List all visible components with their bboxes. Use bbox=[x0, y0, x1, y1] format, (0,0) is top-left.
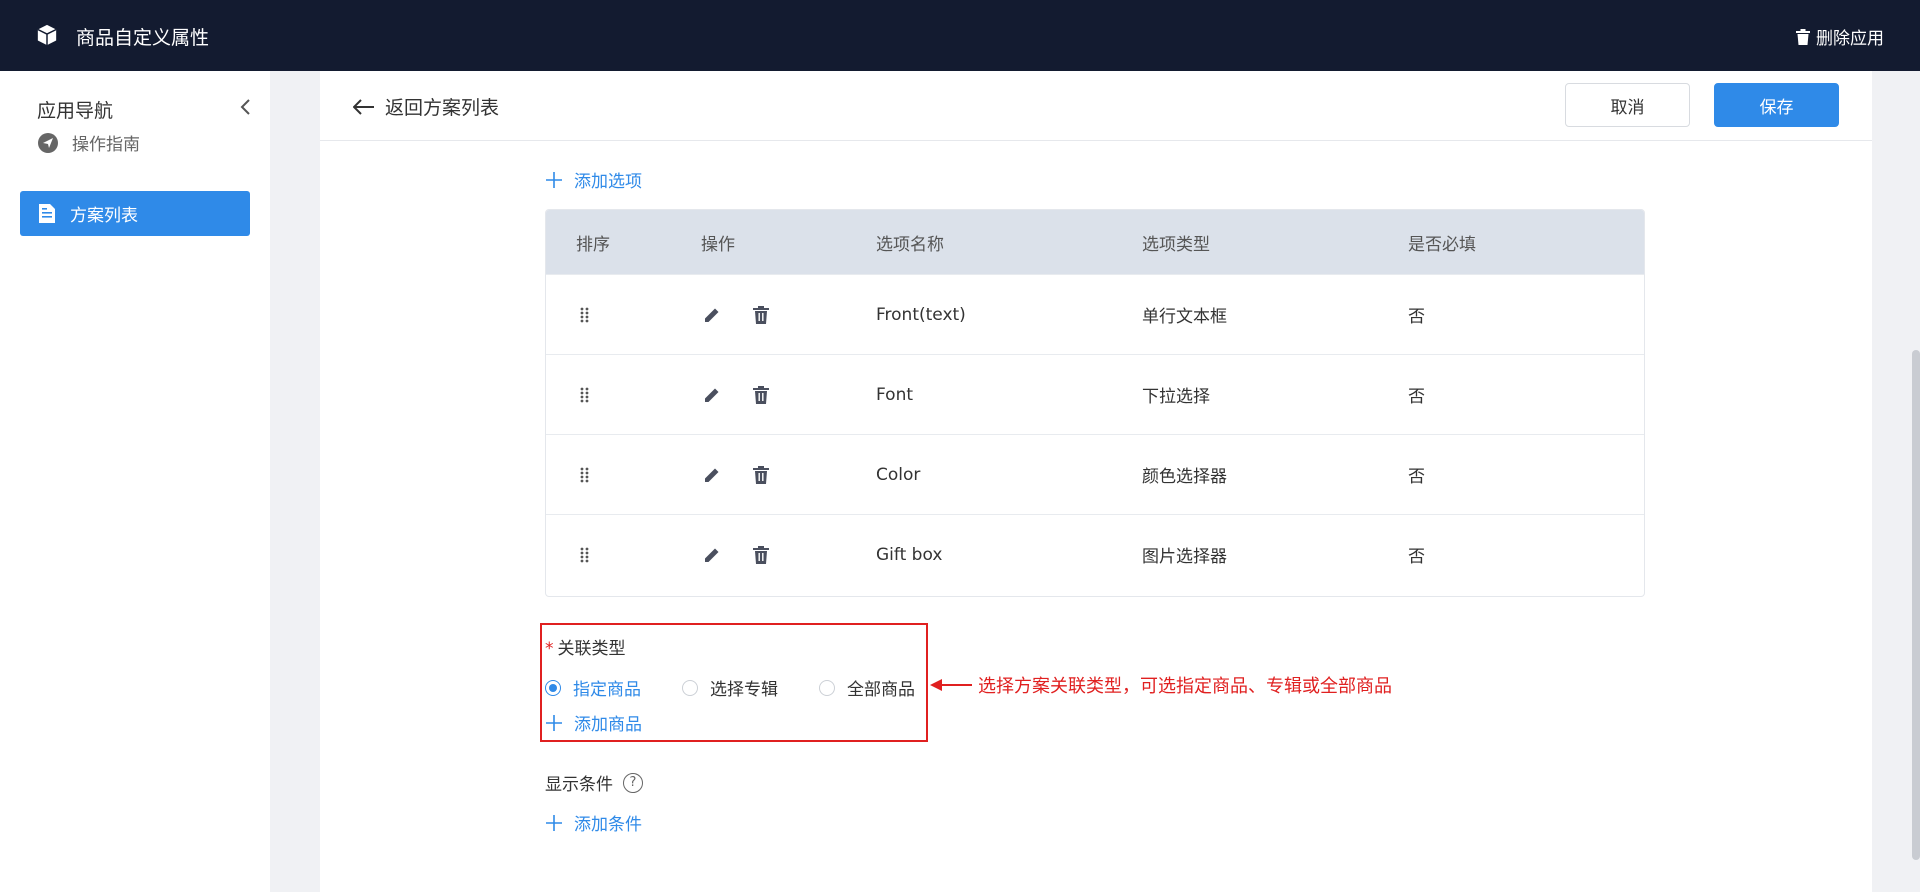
required-mark: * bbox=[545, 639, 554, 659]
header-bar: 返回方案列表 取消 保存 bbox=[320, 71, 1872, 141]
radio-all-products[interactable]: 全部商品 bbox=[819, 675, 915, 700]
option-name: Color bbox=[876, 464, 921, 485]
option-required: 否 bbox=[1408, 547, 1425, 567]
trash-icon[interactable] bbox=[753, 385, 769, 404]
arrow-left-icon bbox=[353, 98, 374, 115]
trash-icon[interactable] bbox=[753, 465, 769, 484]
association-type-label: * 关联类型 bbox=[545, 634, 626, 659]
trash-icon[interactable] bbox=[753, 545, 769, 564]
option-type: 下拉选择 bbox=[1142, 387, 1210, 407]
option-type: 颜色选择器 bbox=[1142, 467, 1227, 487]
radio-label: 指定商品 bbox=[573, 680, 641, 700]
back-label: 返回方案列表 bbox=[385, 97, 500, 119]
edit-icon[interactable] bbox=[703, 466, 721, 484]
option-type: 图片选择器 bbox=[1142, 547, 1227, 567]
plus-icon bbox=[546, 814, 562, 831]
option-required: 否 bbox=[1408, 307, 1425, 327]
help-icon[interactable]: ? bbox=[623, 772, 643, 793]
add-option-button[interactable]: 添加选项 bbox=[546, 167, 642, 192]
send-icon bbox=[38, 132, 58, 153]
document-icon bbox=[39, 204, 55, 223]
radio-dot bbox=[682, 679, 698, 696]
sidebar-item-label: 方案列表 bbox=[70, 206, 138, 226]
column-header-sort: 排序 bbox=[576, 234, 610, 255]
drag-handle-icon[interactable] bbox=[580, 547, 590, 563]
table-row: Gift box 图片选择器 否 bbox=[546, 514, 1644, 594]
top-bar: 商品自定义属性 删除应用 bbox=[0, 0, 1920, 71]
plus-icon bbox=[546, 171, 562, 188]
table-row: Front(text) 单行文本框 否 bbox=[546, 274, 1644, 354]
association-type-text: 关联类型 bbox=[557, 639, 626, 659]
radio-dot bbox=[819, 679, 835, 696]
table-header: 排序 操作 选项名称 选项类型 是否必填 bbox=[546, 210, 1644, 274]
add-condition-button[interactable]: 添加条件 bbox=[546, 810, 642, 835]
sidebar-item-guide[interactable]: 操作指南 bbox=[20, 120, 250, 165]
main-panel: 自定义选项 返回方案列表 取消 保存 添加选项 排序 操作 选项名称 选项类型 … bbox=[320, 71, 1872, 892]
radio-label: 选择专辑 bbox=[710, 680, 778, 700]
trash-icon[interactable] bbox=[753, 305, 769, 324]
edit-icon[interactable] bbox=[703, 306, 721, 324]
drag-handle-icon[interactable] bbox=[580, 467, 590, 483]
drag-handle-icon[interactable] bbox=[580, 387, 590, 403]
option-name: Front(text) bbox=[876, 304, 966, 325]
options-table: 排序 操作 选项名称 选项类型 是否必填 Front(text) 单行文本框 否… bbox=[545, 209, 1645, 597]
chevron-left-icon[interactable] bbox=[238, 97, 254, 117]
drag-handle-icon[interactable] bbox=[580, 307, 590, 323]
sidebar-item-plan-list[interactable]: 方案列表 bbox=[20, 191, 250, 236]
add-product-button[interactable]: 添加商品 bbox=[546, 710, 642, 735]
table-row: Color 颜色选择器 否 bbox=[546, 434, 1644, 514]
display-condition-text: 显示条件 bbox=[545, 775, 613, 795]
add-condition-label: 添加条件 bbox=[574, 815, 642, 835]
annotation: 选择方案关联类型，可选指定商品、专辑或全部商品 bbox=[930, 672, 1392, 698]
add-option-label: 添加选项 bbox=[574, 172, 642, 192]
table-row: Font 下拉选择 否 bbox=[546, 354, 1644, 434]
column-header-required: 是否必填 bbox=[1408, 234, 1476, 255]
delete-app-button[interactable]: 删除应用 bbox=[1796, 24, 1884, 49]
arrow-left-annotation-icon bbox=[930, 679, 972, 691]
sidebar-item-label: 操作指南 bbox=[72, 135, 140, 155]
radio-label: 全部商品 bbox=[847, 680, 915, 700]
radio-dot bbox=[545, 679, 561, 696]
radio-specified-products[interactable]: 指定商品 bbox=[545, 675, 641, 700]
column-header-option-name: 选项名称 bbox=[876, 234, 944, 255]
column-header-option-type: 选项类型 bbox=[1142, 234, 1210, 255]
option-required: 否 bbox=[1408, 387, 1425, 407]
trash-icon bbox=[1796, 28, 1810, 45]
display-condition-label: 显示条件 ? bbox=[545, 770, 643, 795]
app-title: 商品自定义属性 bbox=[76, 27, 210, 49]
scrollbar-thumb[interactable] bbox=[1912, 350, 1920, 860]
annotation-text: 选择方案关联类型，可选指定商品、专辑或全部商品 bbox=[978, 676, 1392, 697]
back-to-list-link[interactable]: 返回方案列表 bbox=[353, 93, 499, 120]
option-name: Gift box bbox=[876, 544, 943, 565]
radio-select-collection[interactable]: 选择专辑 bbox=[682, 675, 778, 700]
plus-icon bbox=[546, 714, 562, 731]
edit-icon[interactable] bbox=[703, 386, 721, 404]
sidebar-title: 应用导航 bbox=[37, 100, 114, 122]
option-name: Font bbox=[876, 384, 914, 405]
sidebar: 应用导航 操作指南 方案列表 bbox=[0, 71, 270, 892]
cancel-button[interactable]: 取消 bbox=[1565, 83, 1690, 127]
edit-icon[interactable] bbox=[703, 546, 721, 564]
cube-icon bbox=[37, 24, 57, 46]
save-button[interactable]: 保存 bbox=[1714, 83, 1839, 127]
add-product-label: 添加商品 bbox=[574, 715, 642, 735]
column-header-actions: 操作 bbox=[701, 234, 735, 255]
delete-app-label: 删除应用 bbox=[1816, 29, 1884, 49]
option-type: 单行文本框 bbox=[1142, 307, 1227, 327]
option-required: 否 bbox=[1408, 467, 1425, 487]
